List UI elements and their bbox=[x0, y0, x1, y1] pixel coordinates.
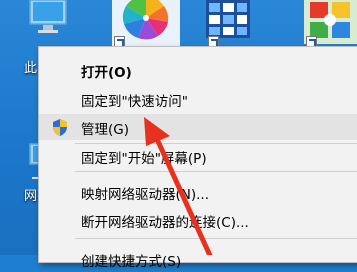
menu-item-label: 创建快捷方式(S) bbox=[81, 254, 182, 270]
menu-item-label: 打开(O) bbox=[81, 65, 132, 81]
menu-item-pin-quick-access[interactable]: 固定到"快速访问" bbox=[39, 86, 357, 112]
context-menu: 打开(O) 固定到"快速访问" 管理(G) 固定到"开始"屏幕(P) 映射网络驱… bbox=[38, 46, 357, 270]
menu-item-label: 映射网络驱动器(N)... bbox=[81, 187, 210, 203]
network-label: 网 bbox=[24, 189, 38, 204]
grid-app-icon[interactable] bbox=[206, 0, 250, 38]
menu-item-label: 固定到"开始"屏幕(P) bbox=[81, 151, 207, 167]
menu-item-manage[interactable]: 管理(G) bbox=[39, 114, 357, 140]
menu-item-create-shortcut[interactable]: 创建快捷方式(S) bbox=[39, 246, 357, 272]
menu-separator bbox=[75, 171, 357, 172]
this-pc-label: 此 bbox=[24, 61, 38, 76]
menu-item-pin-start[interactable]: 固定到"开始"屏幕(P) bbox=[39, 143, 357, 169]
menu-item-map-drive[interactable]: 映射网络驱动器(N)... bbox=[39, 179, 357, 205]
menu-item-label: 固定到"快速访问" bbox=[81, 94, 188, 110]
menu-item-open[interactable]: 打开(O) bbox=[39, 57, 357, 83]
menu-item-label: 断开网络驱动器的连接(C)... bbox=[81, 215, 249, 231]
uac-shield-icon bbox=[51, 118, 69, 137]
menu-item-disconnect-drive[interactable]: 断开网络驱动器的连接(C)... bbox=[39, 207, 357, 233]
menu-item-label: 管理(G) bbox=[81, 122, 129, 138]
menu-separator bbox=[75, 238, 357, 239]
computer-icon[interactable] bbox=[28, 0, 68, 38]
